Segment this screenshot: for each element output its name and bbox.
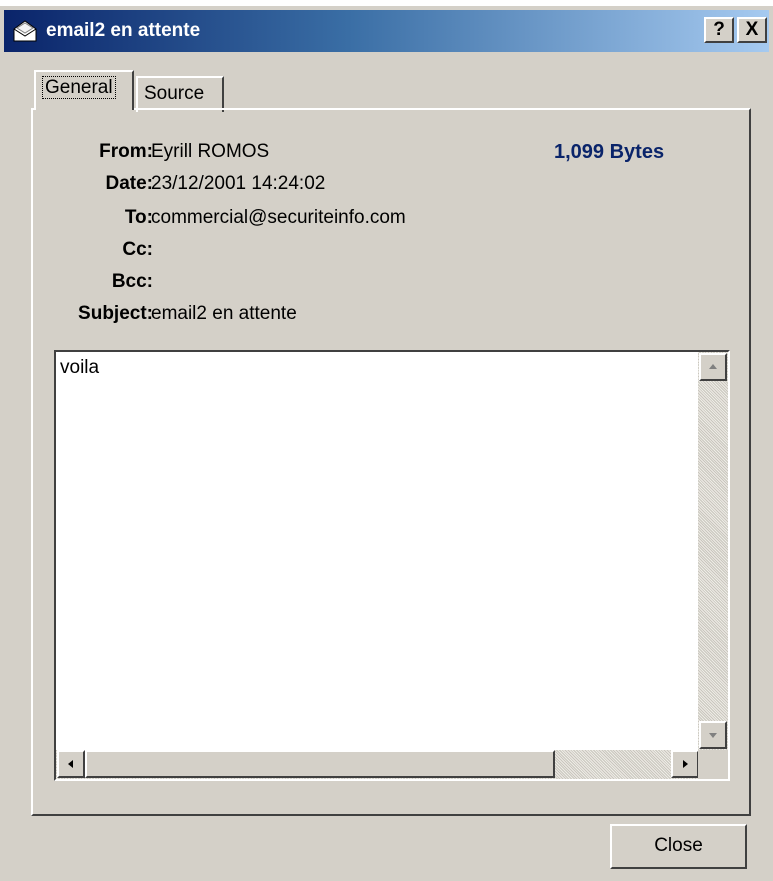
scroll-corner: [698, 750, 728, 779]
vertical-scroll-track[interactable]: [698, 382, 728, 720]
from-value: Eyrill ROMOS: [151, 141, 270, 162]
message-size: 1,099 Bytes: [554, 141, 665, 163]
to-value: commercial@securiteinfo.com: [151, 207, 406, 228]
scroll-right-button[interactable]: [671, 750, 699, 778]
close-window-button[interactable]: X: [737, 17, 767, 43]
horizontal-scrollbar[interactable]: [56, 750, 700, 779]
subject-value: email2 en attente: [151, 303, 297, 324]
title-bar[interactable]: email2 en attente ? X: [4, 10, 769, 52]
scroll-left-button[interactable]: [57, 750, 85, 778]
message-body-text: voila: [60, 357, 100, 378]
help-button[interactable]: ?: [704, 17, 734, 43]
envelope-icon: [12, 19, 38, 43]
scroll-down-button[interactable]: [699, 721, 727, 749]
date-value: 23/12/2001 14:24:02: [151, 173, 326, 194]
scroll-up-button[interactable]: [699, 353, 727, 381]
horizontal-scroll-thumb[interactable]: [85, 750, 555, 778]
window-title: email2 en attente: [46, 20, 201, 41]
arrow-down-icon: [709, 733, 717, 738]
tab-source[interactable]: Source: [136, 76, 224, 112]
arrow-up-icon: [709, 364, 717, 369]
to-label: To:: [124, 207, 153, 228]
message-body[interactable]: voila: [54, 350, 730, 781]
close-button[interactable]: Close: [610, 824, 747, 869]
vertical-scrollbar[interactable]: [698, 352, 728, 750]
tab-source-label: Source: [144, 83, 205, 104]
message-dialog: email2 en attente ? X General Source Fro…: [0, 6, 773, 881]
arrow-right-icon: [683, 760, 688, 768]
arrow-left-icon: [68, 760, 73, 768]
date-label: Date:: [105, 173, 153, 194]
tab-general[interactable]: General: [34, 70, 134, 110]
general-panel: From: Eyrill ROMOS Date: 23/12/2001 14:2…: [31, 108, 751, 816]
bcc-label: Bcc:: [111, 271, 153, 292]
tab-general-label: General: [42, 76, 116, 99]
subject-label: Subject:: [78, 303, 153, 324]
cc-label: Cc:: [122, 239, 153, 260]
from-label: From:: [99, 141, 153, 162]
